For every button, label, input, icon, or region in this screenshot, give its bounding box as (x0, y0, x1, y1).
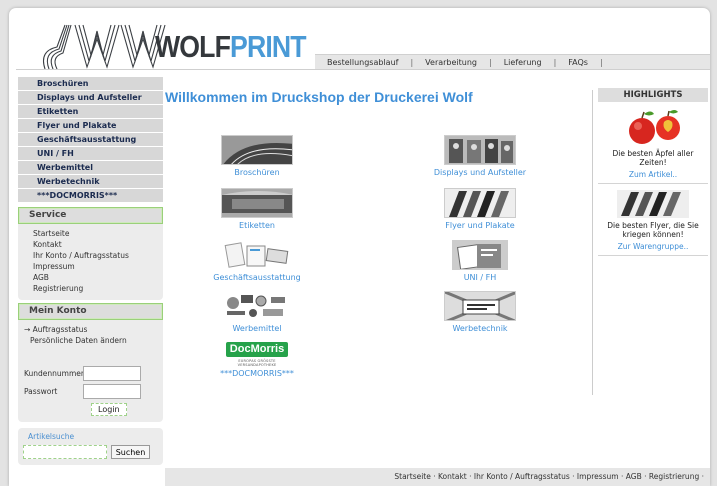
tile-displays-label: Displays und Aufsteller (433, 168, 527, 177)
highlight-apples-text: Die besten Äpfel aller Zeiten! (612, 149, 694, 167)
highlight-flyer-link[interactable]: Zur Warengruppe.. (598, 242, 708, 251)
highlights-heading: HIGHLIGHTS (598, 88, 708, 102)
account-auftragsstatus-label: Auftragsstatus (32, 325, 88, 334)
werbetechnik-image (444, 291, 516, 321)
page-title: Willkommen im Druckshop der Druckerei Wo… (165, 89, 473, 105)
highlight-flyer-text: Die besten Flyer, die Sie kriegen können… (607, 221, 699, 239)
docmorris-tagline: EUROPAS GRÖSSTE VERSANDAPOTHEKE (237, 359, 277, 367)
etiketten-image (221, 188, 293, 218)
category-geschaeftsausstattung[interactable]: Geschäftsausstattung (18, 133, 163, 147)
right-divider (592, 90, 593, 395)
docmorris-logo: DocMorris EUROPAS GRÖSSTE VERSANDAPOTHEK… (221, 342, 293, 367)
category-etiketten[interactable]: Etiketten (18, 105, 163, 119)
tile-werbetechnik[interactable]: Werbetechnik (425, 291, 535, 333)
highlights-panel: HIGHLIGHTS Die besten Äpfel aller Zeiten… (598, 88, 708, 256)
tile-werbemittel-label: Werbemittel (232, 324, 282, 333)
service-startseite[interactable]: Startseite (33, 228, 163, 239)
search-panel: Artikelsuche Suchen (18, 428, 163, 465)
tile-uni-fh-label: UNI / FH (463, 273, 497, 282)
footer-impressum[interactable]: Impressum (577, 472, 619, 481)
customer-number-label: Kundennummer (24, 368, 84, 378)
highlight-flyer: Die besten Flyer, die Sie kriegen können… (598, 184, 708, 256)
service-agb[interactable]: AGB (33, 272, 163, 283)
category-flyer[interactable]: Flyer und Plakate (18, 119, 163, 133)
geschaeftsausstattung-image (221, 240, 293, 270)
search-label: Artikelsuche (28, 432, 75, 441)
password-row: Passwort (24, 382, 163, 400)
tile-displays[interactable]: Displays und Aufsteller (425, 135, 535, 177)
tile-uni-fh[interactable]: UNI / FH (425, 240, 535, 282)
tile-werbetechnik-label: Werbetechnik (452, 324, 508, 333)
password-label: Passwort (24, 386, 58, 396)
category-uni-fh[interactable]: UNI / FH (18, 147, 163, 161)
service-kontakt[interactable]: Kontakt (33, 239, 163, 250)
login-button[interactable]: Login (91, 403, 127, 416)
account-auftragsstatus[interactable]: → Auftragsstatus (24, 324, 163, 335)
nav-bestellungsablauf[interactable]: Bestellungsablauf (315, 58, 410, 67)
service-impressum[interactable]: Impressum (33, 261, 163, 272)
tile-etiketten-label: Etiketten (239, 221, 275, 230)
account-panel: → Auftragsstatus Persönliche Daten änder… (18, 320, 163, 422)
header-divider (16, 69, 710, 70)
account-heading: Mein Konto (18, 303, 163, 320)
apples-image[interactable] (618, 108, 688, 146)
tile-flyer[interactable]: Flyer und Plakate (425, 188, 535, 230)
category-displays[interactable]: Displays und Aufsteller (18, 91, 163, 105)
tile-broschueren[interactable]: Broschüren (202, 135, 312, 177)
flyer-image (444, 188, 516, 218)
tile-docmorris[interactable]: DocMorris EUROPAS GRÖSSTE VERSANDAPOTHEK… (202, 342, 312, 378)
werbemittel-image (221, 291, 293, 321)
broschueren-image (221, 135, 293, 165)
tile-docmorris-label: ***DOCMORRIS*** (220, 369, 294, 378)
top-navigation: Bestellungsablauf | Verarbeitung | Lieferu… (315, 54, 710, 69)
brand-print: PRINT (230, 29, 307, 64)
tile-geschaeftsausstattung[interactable]: Geschäftsausstattung (202, 240, 312, 282)
search-button[interactable]: Suchen (111, 445, 150, 459)
browser-page: WOLFPRINT Bestellungsablauf | Verarbeitun… (9, 8, 710, 486)
uni-fh-image (452, 240, 508, 270)
footer-konto[interactable]: Ihr Konto / Auftragsstatus (474, 472, 570, 481)
footer-startseite[interactable]: Startseite (394, 472, 430, 481)
nav-lieferung[interactable]: Lieferung (492, 58, 554, 67)
category-menu: Broschüren Displays und Aufsteller Etike… (18, 77, 163, 203)
category-docmorris[interactable]: ***DOCMORRIS*** (18, 189, 163, 203)
tile-broschueren-label: Broschüren (234, 168, 280, 177)
footer-links: Startseite · Kontakt · Ihr Konto / Auftr… (165, 468, 710, 486)
wolfprint-logo-icon[interactable] (35, 21, 170, 71)
nav-faqs[interactable]: FAQs (556, 58, 600, 67)
category-broschueren[interactable]: Broschüren (18, 77, 163, 91)
account-daten-aendern[interactable]: Persönliche Daten ändern (24, 335, 163, 346)
service-konto[interactable]: Ihr Konto / Auftragsstatus (33, 250, 163, 261)
displays-image (444, 135, 516, 165)
customer-number-input[interactable] (83, 365, 141, 381)
search-input[interactable] (23, 445, 107, 459)
category-werbetechnik[interactable]: Werbetechnik (18, 175, 163, 189)
service-panel: Startseite Kontakt Ihr Konto / Auftragss… (18, 224, 163, 300)
tile-flyer-label: Flyer und Plakate (445, 221, 515, 230)
footer-registrierung[interactable]: Registrierung (649, 472, 699, 481)
docmorris-wordmark: DocMorris (225, 342, 289, 357)
service-heading: Service (18, 207, 163, 224)
flyer-highlight-image[interactable] (617, 190, 689, 218)
highlight-apples: Die besten Äpfel aller Zeiten! Zum Artik… (598, 108, 708, 184)
arrow-right-icon: → (24, 325, 33, 334)
tile-werbemittel[interactable]: Werbemittel (202, 291, 312, 333)
footer-agb[interactable]: AGB (626, 472, 642, 481)
brand-wolf: WOLF (155, 29, 231, 64)
left-sidebar: Broschüren Displays und Aufsteller Etike… (18, 77, 163, 465)
customer-number-row: Kundennummer (24, 364, 163, 382)
highlight-apples-link[interactable]: Zum Artikel.. (598, 170, 708, 179)
password-input[interactable] (83, 383, 141, 399)
tile-geschaeftsausstattung-label: Geschäftsausstattung (213, 273, 301, 282)
footer-kontakt[interactable]: Kontakt (438, 472, 467, 481)
brand-wordmark[interactable]: WOLFPRINT (155, 29, 307, 65)
nav-verarbeitung[interactable]: Verarbeitung (413, 58, 489, 67)
service-registrierung[interactable]: Registrierung (33, 283, 163, 294)
category-werbemittel[interactable]: Werbemittel (18, 161, 163, 175)
tile-etiketten[interactable]: Etiketten (202, 188, 312, 230)
